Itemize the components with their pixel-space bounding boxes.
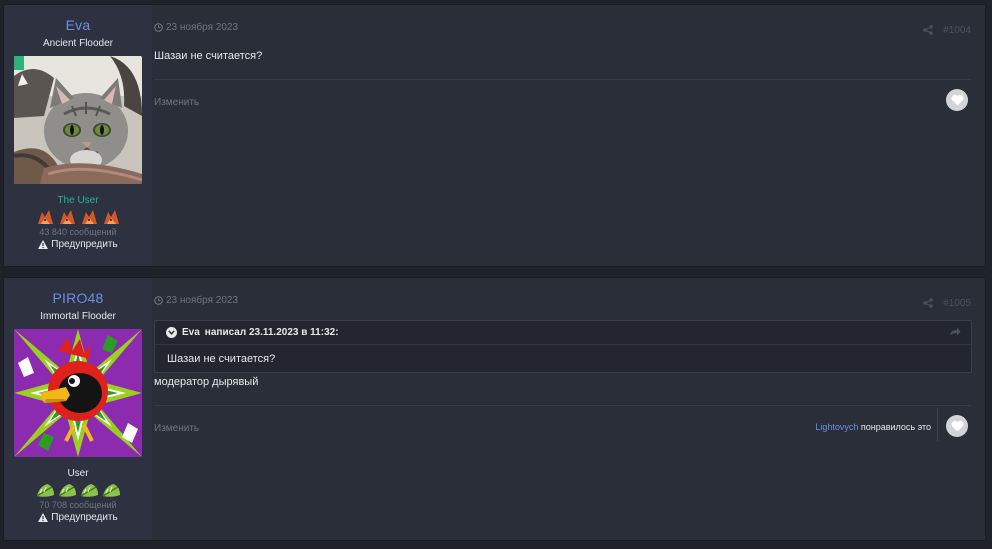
quote-block: Eva написал 23.11.2023 в 11:32: Шазаи не… — [154, 320, 972, 373]
post-count: 70 708 сообщений — [39, 500, 117, 510]
quote-header: Eva написал 23.11.2023 в 11:32: — [155, 321, 971, 345]
post-body: Шазаи не считается? — [154, 50, 263, 62]
warn-label: Предупредить — [51, 512, 118, 523]
badges — [4, 481, 152, 499]
avatar[interactable] — [14, 329, 142, 457]
author-name[interactable]: Eva — [4, 17, 152, 33]
reply-arrow-icon[interactable] — [949, 327, 961, 337]
leaf-badge-icon — [36, 484, 54, 497]
post-divider — [154, 79, 971, 80]
bird-avatar-image — [14, 329, 142, 457]
heart-icon — [951, 420, 963, 432]
reaction-text: понравилось это — [860, 422, 931, 432]
post-date-text: 23 ноября 2023 — [166, 22, 239, 33]
clock-icon — [154, 23, 163, 32]
user-group: The User — [57, 195, 99, 206]
warning-icon — [38, 513, 49, 522]
clock-icon — [154, 296, 163, 305]
author-title: Immortal Flooder — [40, 311, 116, 322]
post-date[interactable]: 23 ноября 2023 — [154, 295, 238, 306]
fox-badge-icon — [59, 210, 75, 224]
fox-badge-icon — [81, 210, 97, 224]
chevron-down-icon — [168, 330, 175, 335]
post-body: модератор дырявый — [154, 376, 259, 388]
like-button[interactable] — [946, 415, 968, 437]
post-number-link[interactable]: #1004 — [943, 25, 971, 36]
fox-badge-icon — [103, 210, 119, 224]
user-group: User — [67, 468, 89, 479]
post-divider — [154, 405, 971, 406]
leaf-badge-icon — [80, 484, 98, 497]
author-panel: PIRO48 Immortal Flooder User 70 708 сооб… — [4, 278, 152, 540]
post-number-link[interactable]: #1005 — [943, 298, 971, 309]
author-title: Ancient Flooder — [42, 38, 114, 49]
heart-icon — [951, 94, 963, 106]
kitten-avatar-image — [14, 56, 142, 184]
leaf-badge-icon — [102, 484, 120, 497]
edit-link[interactable]: Изменить — [154, 97, 199, 108]
warn-link[interactable]: Предупредить — [38, 512, 118, 523]
post-content: 23 ноября 2023 #1004 Шазаи не считается?… — [154, 5, 985, 266]
fox-badge-icon — [37, 210, 53, 224]
like-button[interactable] — [946, 89, 968, 111]
quote-header-text: написал 23.11.2023 в 11:32: — [204, 327, 339, 338]
post-date-text: 23 ноября 2023 — [166, 295, 239, 306]
reaction-user-link[interactable]: Lightovych — [815, 422, 858, 432]
leaf-badge-icon — [58, 484, 76, 497]
author-panel: Eva Ancient Flooder The User 43 840 сооб… — [4, 5, 152, 266]
post-date[interactable]: 23 ноября 2023 — [154, 22, 238, 33]
post-count: 43 840 сообщений — [39, 227, 117, 237]
reaction-separator — [937, 408, 938, 441]
quote-toggle[interactable] — [166, 327, 177, 338]
warn-link[interactable]: Предупредить — [38, 239, 118, 250]
warn-label: Предупредить — [51, 239, 118, 250]
quote-text: Шазаи не считается? — [167, 353, 276, 365]
share-icon[interactable] — [923, 298, 933, 308]
post-content: 23 ноября 2023 #1005 Eva написал 23.11.2… — [154, 278, 985, 540]
reaction-summary: Lightovych понравилось это — [815, 422, 931, 432]
author-name[interactable]: PIRO48 — [4, 290, 152, 306]
avatar[interactable] — [14, 56, 142, 184]
quote-author[interactable]: Eva — [182, 327, 200, 338]
edit-link[interactable]: Изменить — [154, 423, 199, 434]
post-1004: Eva Ancient Flooder The User 43 840 сооб… — [3, 4, 986, 267]
share-icon[interactable] — [923, 25, 933, 35]
post-1005: PIRO48 Immortal Flooder User 70 708 сооб… — [3, 277, 986, 541]
warning-icon — [38, 240, 49, 249]
badges — [4, 208, 152, 226]
